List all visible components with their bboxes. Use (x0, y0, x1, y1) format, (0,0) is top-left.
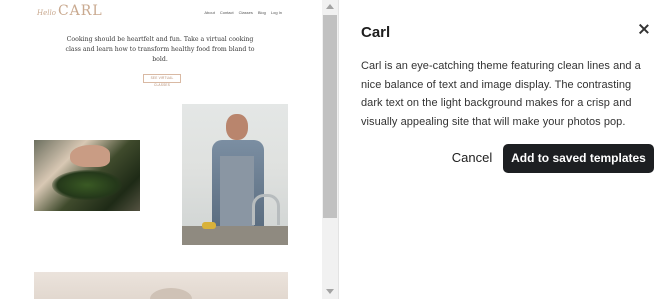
preview-logo: Hello CARL (37, 3, 103, 19)
scroll-down-arrow-icon[interactable] (326, 289, 334, 294)
preview-logo-script: Hello (37, 9, 56, 17)
preview-nav-item: About (204, 10, 215, 15)
panel-divider (338, 0, 339, 299)
template-preview[interactable]: Hello CARL About Contact Classes Blog Log… (0, 0, 322, 299)
template-description: Carl is an eye-catching theme featuring … (361, 60, 641, 128)
cancel-button[interactable]: Cancel (448, 145, 496, 171)
scroll-up-arrow-icon[interactable] (326, 4, 334, 9)
preview-logo-text: CARL (57, 3, 103, 19)
preview-food-image (34, 140, 140, 211)
preview-nav-item: Blog (257, 10, 266, 15)
preview-cta-button: SEE VIRTUAL CLASSES (143, 74, 181, 87)
preview-nav: About Contact Classes Blog Log In (204, 10, 282, 15)
preview-scrollbar-thumb[interactable] (323, 15, 337, 218)
preview-chef-image (182, 104, 288, 245)
preview-nav-item: Classes (238, 10, 253, 15)
close-icon[interactable] (636, 21, 652, 37)
preview-nav-item: Contact (219, 10, 234, 15)
preview-nav-item: Log In (270, 10, 282, 15)
preview-bottom-image (34, 272, 288, 299)
preview-tagline: Cooking should be heartfelt and fun. Tak… (65, 36, 255, 63)
add-to-saved-templates-button[interactable]: Add to saved templates (503, 144, 654, 173)
template-title: Carl (361, 24, 391, 41)
